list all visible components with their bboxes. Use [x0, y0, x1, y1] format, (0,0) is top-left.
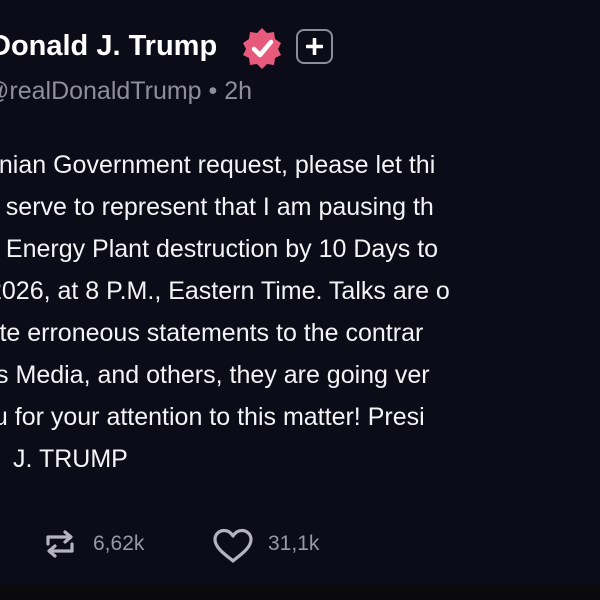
- plus-icon: [306, 38, 323, 55]
- post-text: anian Government request, please let thi…: [0, 150, 600, 490]
- repost-count: 6,62k: [93, 532, 145, 555]
- post-text-line: ws Media, and others, they are going ver: [0, 361, 430, 389]
- author-name[interactable]: Donald J. Trump: [0, 26, 217, 66]
- like-button[interactable]: 31,1k: [212, 524, 342, 564]
- post-timestamp[interactable]: 2h: [224, 77, 252, 105]
- author-handle[interactable]: @realDonaldTrump: [0, 77, 202, 105]
- post-text-line: pite erroneous statements to the contrar: [0, 319, 424, 347]
- follow-button[interactable]: [296, 29, 333, 64]
- author-meta: @realDonaldTrump • 2h: [0, 76, 252, 106]
- post-text-line: 2026, at 8 P.M., Eastern Time. Talks are…: [0, 277, 450, 305]
- post-text-line: f Energy Plant destruction by 10 Days to: [0, 235, 439, 263]
- post-text-line: ou for your attention to this matter! Pr…: [0, 403, 425, 431]
- repost-icon: [46, 530, 74, 558]
- verified-badge-icon: [243, 28, 281, 69]
- post-text-line: anian Government request, please let thi: [0, 151, 436, 179]
- meta-separator: •: [208, 77, 218, 105]
- like-count: 31,1k: [268, 532, 320, 555]
- post-text-line: nt serve to represent that I am pausing …: [0, 193, 434, 221]
- heart-icon: [213, 528, 253, 563]
- post-card: Donald J. Trump @realDonaldTrump • 2h an…: [0, 0, 600, 585]
- bottom-bar: [0, 585, 600, 600]
- post-text-line: J. TRUMP: [13, 445, 128, 473]
- repost-button[interactable]: 6,62k: [42, 524, 172, 564]
